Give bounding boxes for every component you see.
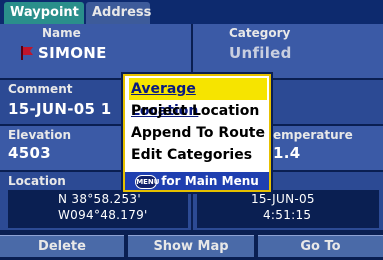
longitude-value: W094°48.179' (58, 208, 148, 222)
red-flag-icon (21, 46, 33, 60)
category-field[interactable]: Category Unfiled (193, 24, 383, 78)
location-label: Location (8, 174, 66, 188)
tab-bar: Waypoint Address (0, 0, 383, 24)
name-field[interactable]: Name SIMONE (0, 24, 191, 78)
location-value-box: N 38°58.253' W094°48.179' (8, 190, 188, 228)
options-menu: Average Location Project Location Append… (121, 72, 273, 194)
temperature-label: emperature (273, 128, 353, 142)
elevation-label: Elevation (8, 128, 72, 142)
comment-value: 15-JUN-05 1 (8, 100, 112, 118)
tab-waypoint[interactable]: Waypoint (4, 2, 84, 24)
date-value: 15-JUN-05 (251, 192, 315, 206)
name-value: SIMONE (38, 44, 107, 62)
delete-button[interactable]: Delete (0, 235, 124, 257)
menu-item-average-location[interactable]: Average Location (129, 78, 267, 119)
datetime-value-box: 15-JUN-05 4:51:15 (197, 190, 379, 228)
category-label: Category (229, 26, 291, 40)
go-to-button[interactable]: Go To (258, 235, 383, 257)
menu-footer-text: for Main Menu (161, 174, 259, 188)
show-map-button[interactable]: Show Map (128, 235, 254, 257)
menu-item-project-location[interactable]: Project Location (129, 100, 267, 122)
temperature-value: 1.4 (273, 144, 301, 162)
category-value: Unfiled (229, 44, 292, 62)
tab-address[interactable]: Address (86, 2, 151, 24)
latitude-value: N 38°58.253' (58, 192, 141, 206)
time-value: 4:51:15 (263, 208, 312, 222)
comment-label: Comment (8, 82, 73, 96)
menu-item-edit-categories[interactable]: Edit Categories (129, 144, 267, 166)
name-label: Name (42, 26, 81, 40)
menu-item-append-to-route[interactable]: Append To Route (129, 122, 267, 144)
elevation-value: 4503 (8, 144, 51, 162)
menu-button-icon: MENU (135, 174, 159, 189)
menu-footer: MENU for Main Menu (125, 172, 269, 190)
